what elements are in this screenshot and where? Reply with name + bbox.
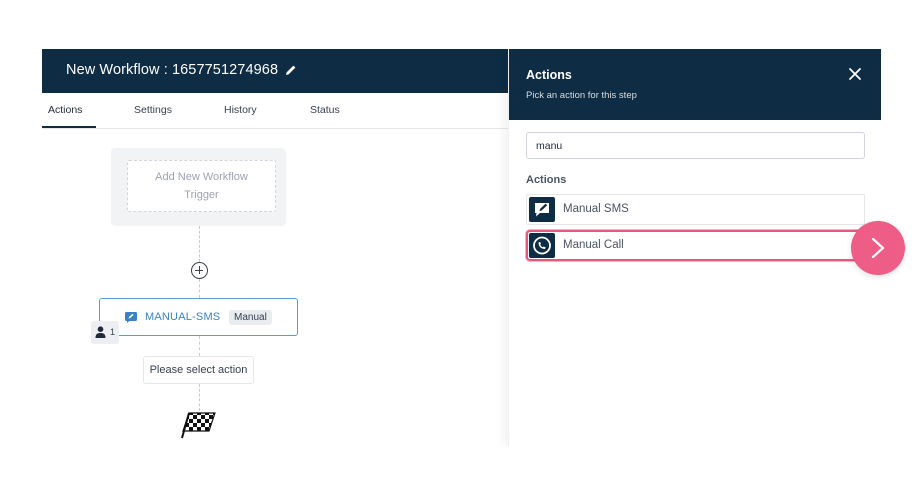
action-search-input[interactable] [526, 132, 865, 159]
checkered-flag-icon [181, 412, 216, 439]
connector-line [199, 279, 200, 298]
add-trigger-button[interactable]: Add New Workflow Trigger [127, 160, 276, 212]
tab-status[interactable]: Status [310, 104, 340, 116]
workflow-header: New Workflow : 1657751274968 [42, 49, 508, 93]
connector-line [199, 384, 200, 411]
action-item-label: Manual Call [563, 239, 624, 251]
workflow-canvas: Add New Workflow Trigger MANUAL-SMS Manu… [42, 130, 508, 447]
chevron-right-icon [871, 237, 885, 259]
sms-pencil-icon [529, 197, 555, 222]
panel-header: Actions Pick an action for this step [509, 49, 881, 120]
tab-bar: Actions Settings History Status [42, 93, 508, 129]
tab-actions[interactable]: Actions [48, 104, 82, 116]
action-item-manual-sms[interactable]: Manual SMS [526, 194, 865, 225]
action-node-manual-sms[interactable]: MANUAL-SMS Manual [99, 298, 298, 336]
next-button[interactable] [851, 221, 905, 275]
select-action-placeholder[interactable]: Please select action [143, 356, 254, 384]
trigger-container: Add New Workflow Trigger [111, 148, 286, 226]
workflow-window: New Workflow : 1657751274968 Actions Set… [42, 49, 881, 447]
pencil-icon[interactable] [285, 64, 297, 76]
user-icon [95, 326, 106, 338]
panel-subtitle: Pick an action for this step [526, 90, 637, 101]
phone-call-icon [529, 233, 555, 258]
connector-line [199, 336, 200, 356]
tab-settings[interactable]: Settings [134, 104, 172, 116]
action-item-label: Manual SMS [563, 203, 629, 215]
tab-history[interactable]: History [224, 104, 257, 116]
panel-title: Actions [526, 68, 572, 82]
plus-circle-icon[interactable] [191, 262, 208, 279]
user-count-chip[interactable]: 1 [91, 321, 119, 344]
actions-section-label: Actions [526, 174, 567, 186]
action-item-manual-call[interactable]: Manual Call [526, 230, 865, 261]
actions-panel: Actions Pick an action for this step Act… [508, 49, 881, 447]
close-icon[interactable] [847, 66, 863, 82]
sms-icon [125, 312, 137, 323]
manual-badge: Manual [229, 310, 272, 325]
user-count: 1 [110, 327, 116, 337]
active-tab-indicator [42, 126, 96, 128]
connector-line [199, 226, 200, 262]
workflow-title: New Workflow : 1657751274968 [66, 62, 279, 78]
action-node-label: MANUAL-SMS [145, 311, 221, 323]
